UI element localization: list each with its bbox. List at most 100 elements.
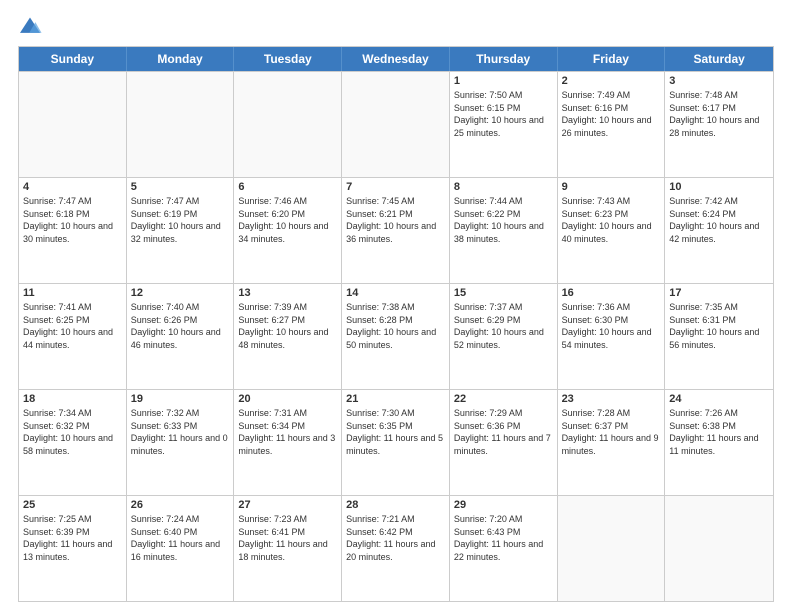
header-day-thursday: Thursday xyxy=(450,47,558,71)
calendar-cell xyxy=(234,72,342,177)
day-info: Sunrise: 7:21 AMSunset: 6:42 PMDaylight:… xyxy=(346,513,445,563)
day-info: Sunrise: 7:23 AMSunset: 6:41 PMDaylight:… xyxy=(238,513,337,563)
header-day-saturday: Saturday xyxy=(665,47,773,71)
calendar-cell xyxy=(342,72,450,177)
calendar: SundayMondayTuesdayWednesdayThursdayFrid… xyxy=(18,46,774,602)
day-info: Sunrise: 7:47 AMSunset: 6:18 PMDaylight:… xyxy=(23,195,122,245)
calendar-cell: 19 Sunrise: 7:32 AMSunset: 6:33 PMDayligh… xyxy=(127,390,235,495)
calendar-cell xyxy=(665,496,773,601)
day-info: Sunrise: 7:31 AMSunset: 6:34 PMDaylight:… xyxy=(238,407,337,457)
calendar-cell: 4Sunrise: 7:47 AMSunset: 6:18 PMDaylight… xyxy=(19,178,127,283)
calendar-cell: 2 Sunrise: 7:49 AMSunset: 6:16 PMDaylight… xyxy=(558,72,666,177)
day-info: Sunrise: 7:34 AMSunset: 6:32 PMDaylight:… xyxy=(23,407,122,457)
calendar-cell: 29 Sunrise: 7:20 AMSunset: 6:43 PMDayligh… xyxy=(450,496,558,601)
day-number: 24 xyxy=(669,393,769,405)
day-number: 2 xyxy=(562,75,661,87)
day-info: Sunrise: 7:35 AMSunset: 6:31 PMDaylight:… xyxy=(669,301,769,351)
header-day-tuesday: Tuesday xyxy=(234,47,342,71)
day-number: 8 xyxy=(454,181,553,193)
calendar-cell: 10 Sunrise: 7:42 AMSunset: 6:24 PMDayligh… xyxy=(665,178,773,283)
day-info: Sunrise: 7:32 AMSunset: 6:33 PMDaylight:… xyxy=(131,407,230,457)
calendar-cell: 7 Sunrise: 7:45 AMSunset: 6:21 PMDaylight… xyxy=(342,178,450,283)
calendar-cell: 22Sunrise: 7:29 AMSunset: 6:36 PMDayligh… xyxy=(450,390,558,495)
day-info: Sunrise: 7:45 AMSunset: 6:21 PMDaylight:… xyxy=(346,195,445,245)
day-number: 16 xyxy=(562,287,661,299)
calendar-cell: 23 Sunrise: 7:28 AMSunset: 6:37 PMDayligh… xyxy=(558,390,666,495)
day-info: Sunrise: 7:39 AMSunset: 6:27 PMDaylight:… xyxy=(238,301,337,351)
calendar-cell: 16 Sunrise: 7:36 AMSunset: 6:30 PMDayligh… xyxy=(558,284,666,389)
calendar-cell: 13 Sunrise: 7:39 AMSunset: 6:27 PMDayligh… xyxy=(234,284,342,389)
calendar-cell: 18 Sunrise: 7:34 AMSunset: 6:32 PMDayligh… xyxy=(19,390,127,495)
day-info: Sunrise: 7:20 AMSunset: 6:43 PMDaylight:… xyxy=(454,513,553,563)
calendar-cell xyxy=(127,72,235,177)
calendar-cell: 26 Sunrise: 7:24 AMSunset: 6:40 PMDayligh… xyxy=(127,496,235,601)
day-number: 10 xyxy=(669,181,769,193)
header-day-sunday: Sunday xyxy=(19,47,127,71)
day-number: 15 xyxy=(454,287,553,299)
day-info: Sunrise: 7:30 AMSunset: 6:35 PMDaylight:… xyxy=(346,407,445,457)
calendar-cell: 21 Sunrise: 7:30 AMSunset: 6:35 PMDayligh… xyxy=(342,390,450,495)
day-number: 22 xyxy=(454,393,553,405)
day-info: Sunrise: 7:25 AMSunset: 6:39 PMDaylight:… xyxy=(23,513,122,563)
calendar-week-1: 1 Sunrise: 7:50 AMSunset: 6:15 PMDaylight… xyxy=(19,71,773,177)
header-day-friday: Friday xyxy=(558,47,666,71)
calendar-cell: 6 Sunrise: 7:46 AMSunset: 6:20 PMDaylight… xyxy=(234,178,342,283)
day-info: Sunrise: 7:24 AMSunset: 6:40 PMDaylight:… xyxy=(131,513,230,563)
calendar-cell: 27Sunrise: 7:23 AMSunset: 6:41 PMDayligh… xyxy=(234,496,342,601)
calendar-cell: 28 Sunrise: 7:21 AMSunset: 6:42 PMDayligh… xyxy=(342,496,450,601)
day-info: Sunrise: 7:28 AMSunset: 6:37 PMDaylight:… xyxy=(562,407,661,457)
day-number: 1 xyxy=(454,75,553,87)
day-number: 28 xyxy=(346,499,445,511)
day-number: 21 xyxy=(346,393,445,405)
day-number: 17 xyxy=(669,287,769,299)
calendar-cell: 24 Sunrise: 7:26 AMSunset: 6:38 PMDayligh… xyxy=(665,390,773,495)
calendar-cell: 9Sunrise: 7:43 AMSunset: 6:23 PMDaylight… xyxy=(558,178,666,283)
day-number: 13 xyxy=(238,287,337,299)
calendar-cell: 5Sunrise: 7:47 AMSunset: 6:19 PMDaylight… xyxy=(127,178,235,283)
calendar-cell: 1 Sunrise: 7:50 AMSunset: 6:15 PMDaylight… xyxy=(450,72,558,177)
day-info: Sunrise: 7:42 AMSunset: 6:24 PMDaylight:… xyxy=(669,195,769,245)
calendar-week-2: 4Sunrise: 7:47 AMSunset: 6:18 PMDaylight… xyxy=(19,177,773,283)
day-info: Sunrise: 7:43 AMSunset: 6:23 PMDaylight:… xyxy=(562,195,661,245)
day-number: 6 xyxy=(238,181,337,193)
day-info: Sunrise: 7:36 AMSunset: 6:30 PMDaylight:… xyxy=(562,301,661,351)
day-info: Sunrise: 7:50 AMSunset: 6:15 PMDaylight:… xyxy=(454,89,553,139)
calendar-cell: 11Sunrise: 7:41 AMSunset: 6:25 PMDayligh… xyxy=(19,284,127,389)
calendar-body: 1 Sunrise: 7:50 AMSunset: 6:15 PMDaylight… xyxy=(19,71,773,601)
calendar-cell: 14 Sunrise: 7:38 AMSunset: 6:28 PMDayligh… xyxy=(342,284,450,389)
calendar-cell: 15 Sunrise: 7:37 AMSunset: 6:29 PMDayligh… xyxy=(450,284,558,389)
day-number: 23 xyxy=(562,393,661,405)
calendar-cell: 20 Sunrise: 7:31 AMSunset: 6:34 PMDayligh… xyxy=(234,390,342,495)
day-number: 12 xyxy=(131,287,230,299)
day-number: 7 xyxy=(346,181,445,193)
day-info: Sunrise: 7:37 AMSunset: 6:29 PMDaylight:… xyxy=(454,301,553,351)
day-number: 26 xyxy=(131,499,230,511)
day-number: 5 xyxy=(131,181,230,193)
day-number: 11 xyxy=(23,287,122,299)
header-day-monday: Monday xyxy=(127,47,235,71)
day-info: Sunrise: 7:49 AMSunset: 6:16 PMDaylight:… xyxy=(562,89,661,139)
day-number: 19 xyxy=(131,393,230,405)
day-info: Sunrise: 7:44 AMSunset: 6:22 PMDaylight:… xyxy=(454,195,553,245)
day-number: 3 xyxy=(669,75,769,87)
calendar-cell: 12 Sunrise: 7:40 AMSunset: 6:26 PMDayligh… xyxy=(127,284,235,389)
day-info: Sunrise: 7:26 AMSunset: 6:38 PMDaylight:… xyxy=(669,407,769,457)
day-info: Sunrise: 7:48 AMSunset: 6:17 PMDaylight:… xyxy=(669,89,769,139)
page: SundayMondayTuesdayWednesdayThursdayFrid… xyxy=(0,0,792,612)
calendar-cell: 17 Sunrise: 7:35 AMSunset: 6:31 PMDayligh… xyxy=(665,284,773,389)
day-info: Sunrise: 7:38 AMSunset: 6:28 PMDaylight:… xyxy=(346,301,445,351)
logo xyxy=(18,16,46,36)
calendar-week-3: 11Sunrise: 7:41 AMSunset: 6:25 PMDayligh… xyxy=(19,283,773,389)
calendar-week-5: 25Sunrise: 7:25 AMSunset: 6:39 PMDayligh… xyxy=(19,495,773,601)
calendar-cell xyxy=(558,496,666,601)
day-info: Sunrise: 7:40 AMSunset: 6:26 PMDaylight:… xyxy=(131,301,230,351)
calendar-header-row: SundayMondayTuesdayWednesdayThursdayFrid… xyxy=(19,47,773,71)
day-number: 29 xyxy=(454,499,553,511)
day-info: Sunrise: 7:46 AMSunset: 6:20 PMDaylight:… xyxy=(238,195,337,245)
calendar-cell: 25Sunrise: 7:25 AMSunset: 6:39 PMDayligh… xyxy=(19,496,127,601)
day-number: 20 xyxy=(238,393,337,405)
day-number: 14 xyxy=(346,287,445,299)
calendar-week-4: 18 Sunrise: 7:34 AMSunset: 6:32 PMDayligh… xyxy=(19,389,773,495)
header xyxy=(18,16,774,36)
day-number: 18 xyxy=(23,393,122,405)
